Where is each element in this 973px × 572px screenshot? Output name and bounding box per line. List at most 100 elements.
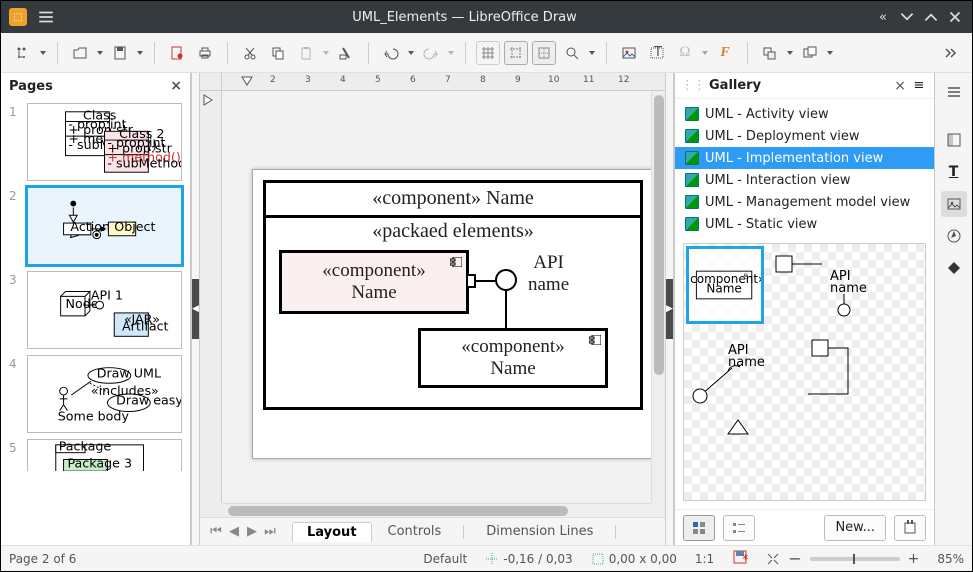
chevrons-up-icon[interactable]: « [874, 8, 892, 26]
sidebar-grip[interactable]: ▶ [665, 73, 674, 545]
sidebar-tab-styles-icon[interactable]: T [941, 159, 967, 185]
gallery-thumb[interactable]: API name [772, 250, 912, 322]
paste-dropdown[interactable] [322, 40, 330, 66]
new-doc-dropdown[interactable] [39, 40, 47, 66]
tab-dimension-lines[interactable]: Dimension Lines [472, 522, 607, 541]
sidebar-tab-navigator-icon[interactable] [941, 223, 967, 249]
gallery-item[interactable]: UML - Deployment view [675, 125, 934, 147]
gallery-thumbs[interactable]: «component» Name API name API [683, 243, 926, 501]
fontwork-button[interactable]: F [713, 40, 737, 66]
page-thumb-3[interactable]: 3 Node API 1 «JAR» Artifact [9, 271, 182, 349]
page-thumb-4[interactable]: 4 Some body Draw UML «includes» Draw eas… [9, 355, 182, 433]
cut-button[interactable] [238, 40, 262, 66]
svg-text:*: * [742, 553, 748, 565]
gallery-properties-button[interactable] [894, 515, 926, 541]
status-style[interactable]: Default [423, 552, 467, 566]
gallery-item[interactable]: UML - Interaction view [675, 169, 934, 191]
zoom-in-icon[interactable]: + [908, 551, 920, 567]
gallery-thumb[interactable]: API name [688, 336, 798, 412]
zoom-out-icon[interactable]: − [788, 549, 801, 568]
window-title: UML_Elements — LibreOffice Draw [63, 10, 866, 25]
toolbar-overflow-icon[interactable] [938, 40, 962, 66]
print-button[interactable] [193, 40, 217, 66]
zoom-slider[interactable] [810, 557, 900, 561]
gallery-item[interactable]: UML - Static view [675, 213, 934, 235]
copy-button[interactable] [266, 40, 290, 66]
undo-button[interactable] [379, 40, 403, 66]
special-char-button[interactable]: Ω [673, 40, 697, 66]
canvas-area: 234 567 8910 1112 «component» Name «pack… [200, 73, 665, 545]
insert-image-button[interactable] [617, 40, 641, 66]
theme-icon [685, 173, 699, 187]
clone-button[interactable] [334, 40, 358, 66]
svg-text:name: name [830, 281, 867, 296]
canvas-vscroll[interactable] [651, 91, 665, 503]
pages-grip[interactable]: ◀ [191, 73, 200, 545]
align-button[interactable] [758, 40, 782, 66]
pages-close-icon[interactable]: × [170, 78, 182, 94]
new-doc-button[interactable] [11, 40, 35, 66]
status-scale[interactable]: 1:1 [695, 552, 714, 566]
gallery-new-button[interactable]: New... [824, 515, 886, 541]
sidebar-tab-menu-icon[interactable] [941, 79, 967, 105]
close-icon[interactable] [946, 8, 964, 26]
save-button[interactable] [108, 40, 132, 66]
sidebar-tab-properties-icon[interactable] [941, 127, 967, 153]
tab-first-icon[interactable]: ⏮ [208, 524, 224, 540]
page-thumb-5[interactable]: 5 Package Package 3 Package 2 [9, 439, 182, 471]
gallery-view-list-button[interactable] [723, 515, 755, 541]
export-pdf-button[interactable] [165, 40, 189, 66]
open-dropdown[interactable] [96, 40, 104, 66]
drag-handle-icon[interactable]: ⋮⋮ [681, 78, 705, 93]
drawing-canvas[interactable]: «component» Name «packaed elements» «com… [222, 91, 651, 503]
menu-icon[interactable] [37, 8, 55, 26]
zoom-dropdown[interactable] [588, 40, 596, 66]
arrange-button[interactable] [798, 40, 822, 66]
redo-button[interactable] [419, 40, 443, 66]
page-thumb-1[interactable]: 1 Class - prop:int + prop:str + method()… [9, 103, 182, 181]
tab-controls[interactable]: Controls [374, 522, 456, 541]
status-zoom[interactable]: 85% [937, 552, 964, 566]
tab-next-icon[interactable]: ▶ [244, 524, 260, 540]
save-dropdown[interactable] [136, 40, 144, 66]
gallery-panel: ⋮⋮ Gallery × ≡ UML - Activity view UML -… [674, 73, 934, 545]
ruler-horizontal[interactable]: 234 567 8910 1112 [222, 73, 651, 91]
helplines-button[interactable] [532, 41, 556, 65]
canvas-hscroll[interactable] [222, 503, 651, 517]
zoom-button[interactable] [560, 40, 584, 66]
status-save-icon[interactable]: * [732, 549, 748, 568]
gallery-item-selected[interactable]: UML - Implementation view [675, 147, 934, 169]
sidebar-tab-shapes-icon[interactable] [941, 255, 967, 281]
svg-text:name: name [728, 355, 765, 370]
gallery-thumb[interactable]: «component» Name [686, 246, 764, 324]
page-thumb-2[interactable]: 2 Action Object [9, 187, 182, 265]
gallery-item[interactable]: UML - Activity view [675, 103, 934, 125]
gallery-item[interactable]: UML - Management model view [675, 191, 934, 213]
app-icon: ⬚ [9, 8, 27, 26]
gallery-menu-icon[interactable]: ≡ [910, 78, 928, 93]
grid-view-button[interactable] [476, 41, 500, 65]
special-char-dropdown[interactable] [701, 40, 709, 66]
maximize-icon[interactable] [922, 8, 940, 26]
diagram-outer-title: «component» Name [266, 183, 640, 210]
gallery-thumb[interactable] [804, 336, 914, 412]
size-icon [591, 552, 605, 566]
snap-guides-button[interactable] [504, 41, 528, 65]
redo-dropdown[interactable] [447, 40, 455, 66]
insert-textbox-button[interactable]: T [645, 40, 669, 66]
minimize-icon[interactable] [898, 8, 916, 26]
tab-prev-icon[interactable]: ◀ [226, 524, 242, 540]
tab-layout[interactable]: Layout [292, 522, 372, 542]
sidebar-tab-gallery-icon[interactable] [941, 191, 967, 217]
gallery-view-icons-button[interactable] [683, 515, 715, 541]
arrange-dropdown[interactable] [826, 40, 834, 66]
tab-last-icon[interactable]: ⏭ [262, 524, 278, 540]
paste-button[interactable] [294, 40, 318, 66]
gallery-thumb[interactable] [688, 418, 798, 436]
open-button[interactable] [68, 40, 92, 66]
undo-dropdown[interactable] [407, 40, 415, 66]
fit-page-icon[interactable] [766, 552, 780, 566]
ruler-vertical[interactable] [200, 91, 222, 503]
align-dropdown[interactable] [786, 40, 794, 66]
gallery-close-icon[interactable]: × [894, 78, 906, 94]
